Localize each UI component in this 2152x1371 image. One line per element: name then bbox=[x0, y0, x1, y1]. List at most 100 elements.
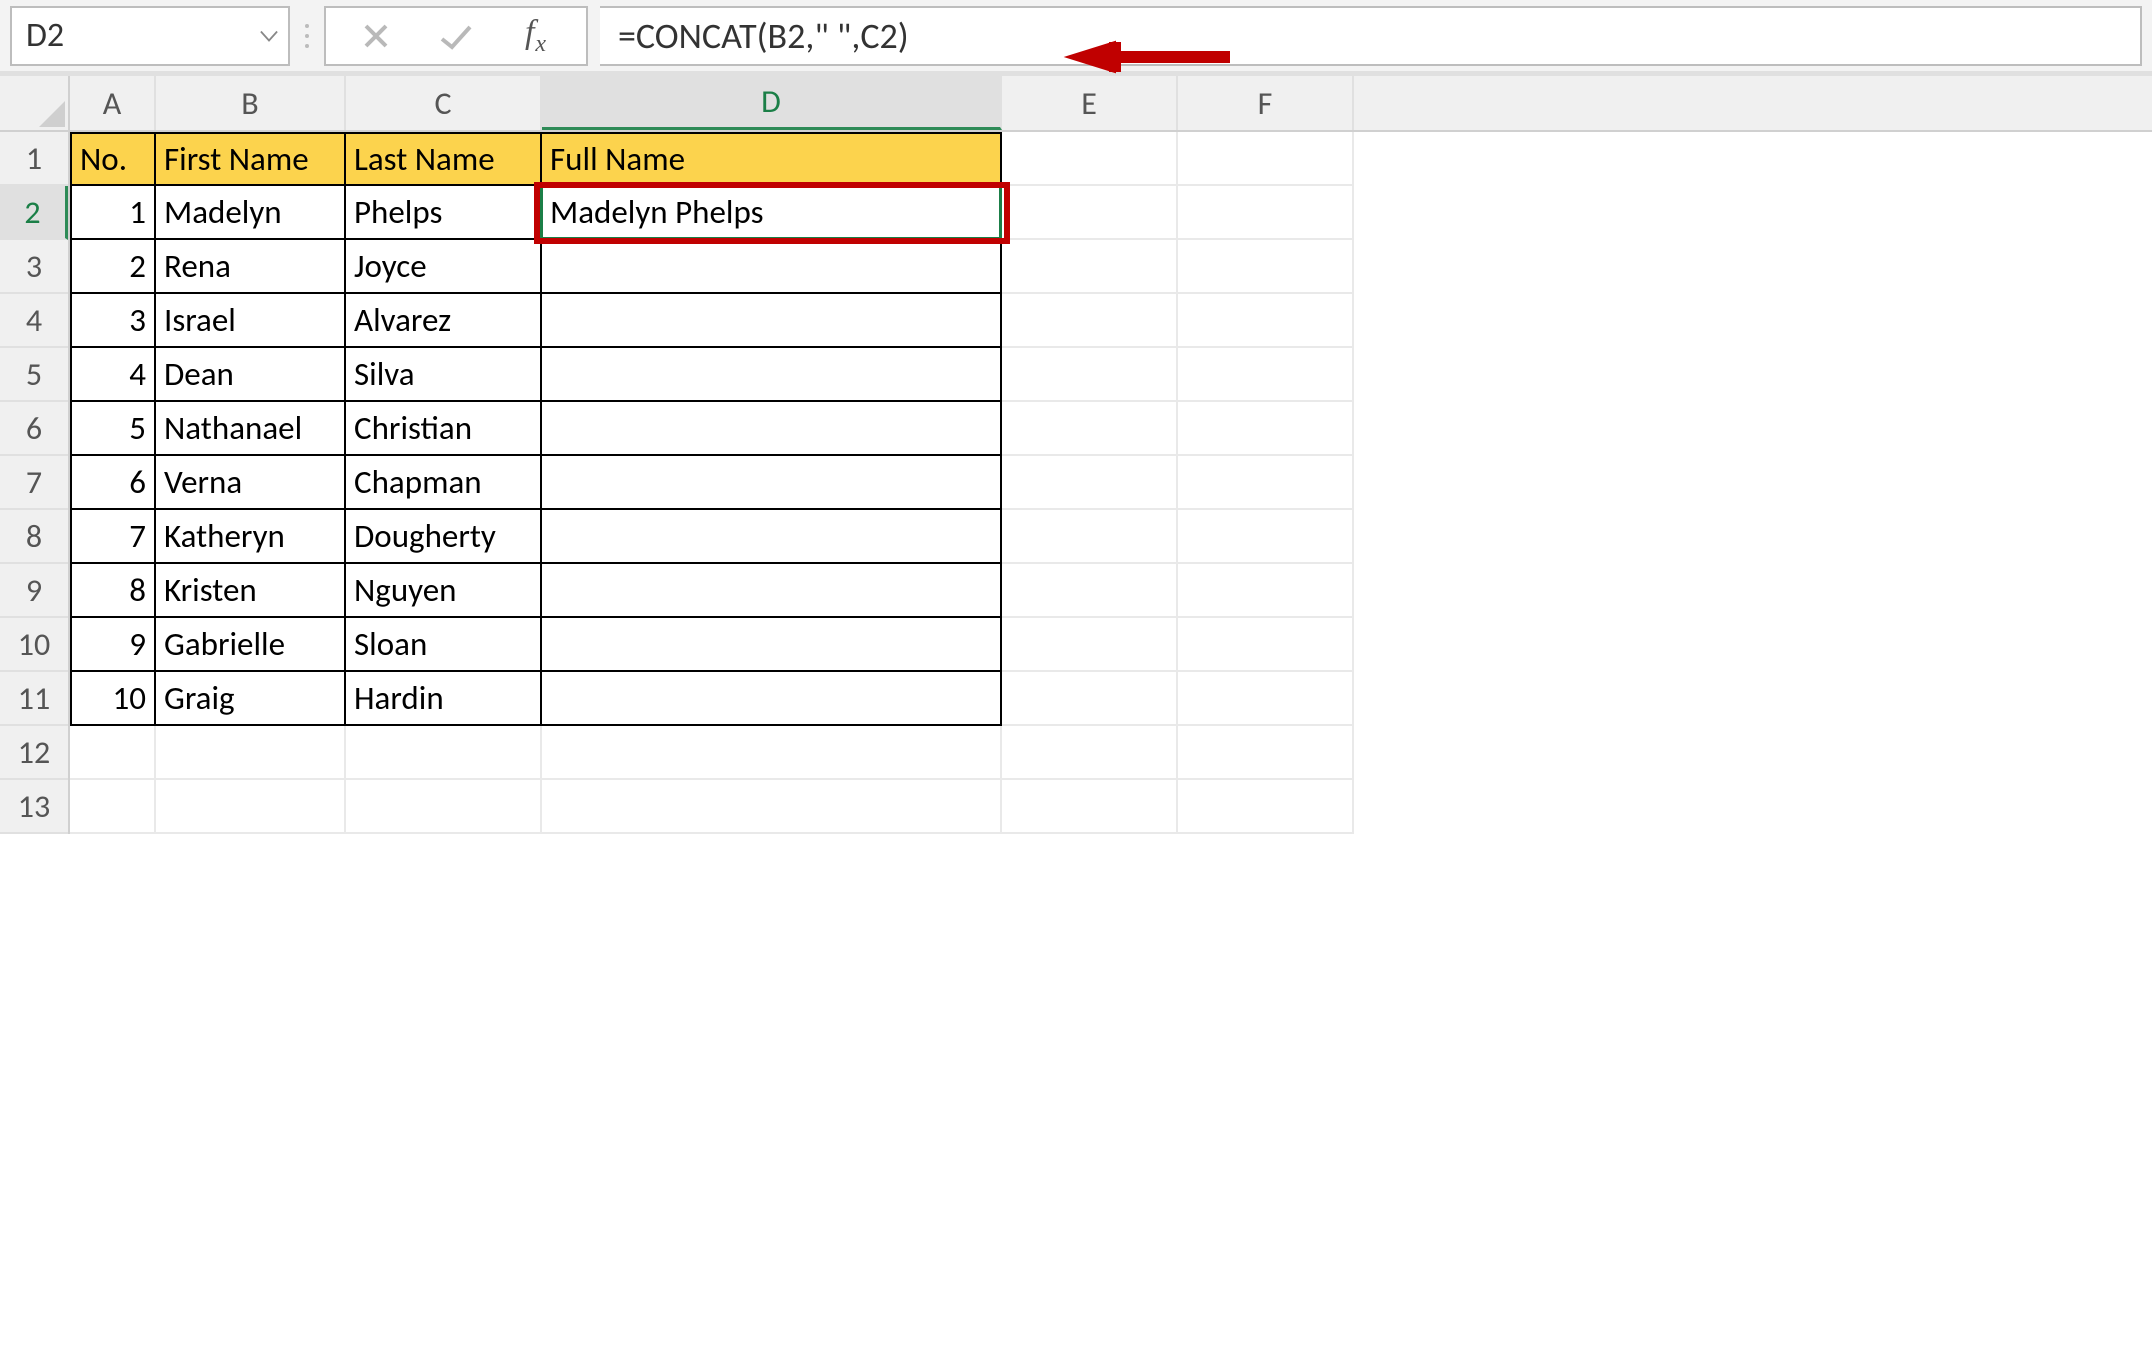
row-header-2[interactable]: 2 bbox=[0, 186, 68, 240]
column-header-B[interactable]: B bbox=[156, 76, 346, 130]
cell-C2[interactable]: Phelps bbox=[346, 186, 542, 240]
cell-A5[interactable]: 4 bbox=[70, 348, 156, 402]
cell-F9[interactable] bbox=[1178, 564, 1354, 618]
cell-F6[interactable] bbox=[1178, 402, 1354, 456]
cell-C12[interactable] bbox=[346, 726, 542, 780]
cell-B11[interactable]: Graig bbox=[156, 672, 346, 726]
cell-E3[interactable] bbox=[1002, 240, 1178, 294]
cell-C5[interactable]: Silva bbox=[346, 348, 542, 402]
cell-A13[interactable] bbox=[70, 780, 156, 834]
cell-B4[interactable]: Israel bbox=[156, 294, 346, 348]
row-header-12[interactable]: 12 bbox=[0, 726, 68, 780]
cell-D7[interactable] bbox=[542, 456, 1002, 510]
cell-F2[interactable] bbox=[1178, 186, 1354, 240]
cell-C9[interactable]: Nguyen bbox=[346, 564, 542, 618]
cell-B9[interactable]: Kristen bbox=[156, 564, 346, 618]
cell-A3[interactable]: 2 bbox=[70, 240, 156, 294]
cell-F7[interactable] bbox=[1178, 456, 1354, 510]
cell-F1[interactable] bbox=[1178, 132, 1354, 186]
enter-icon[interactable] bbox=[416, 21, 496, 51]
cell-B2[interactable]: Madelyn bbox=[156, 186, 346, 240]
cell-E1[interactable] bbox=[1002, 132, 1178, 186]
cell-E2[interactable] bbox=[1002, 186, 1178, 240]
cell-A1[interactable]: No. bbox=[70, 132, 156, 186]
cell-E8[interactable] bbox=[1002, 510, 1178, 564]
row-header-10[interactable]: 10 bbox=[0, 618, 68, 672]
cell-E4[interactable] bbox=[1002, 294, 1178, 348]
row-header-3[interactable]: 3 bbox=[0, 240, 68, 294]
cell-D12[interactable] bbox=[542, 726, 1002, 780]
cell-D9[interactable] bbox=[542, 564, 1002, 618]
column-header-A[interactable]: A bbox=[70, 76, 156, 130]
cell-D5[interactable] bbox=[542, 348, 1002, 402]
cell-F8[interactable] bbox=[1178, 510, 1354, 564]
cell-B8[interactable]: Katheryn bbox=[156, 510, 346, 564]
cell-B1[interactable]: First Name bbox=[156, 132, 346, 186]
cell-B13[interactable] bbox=[156, 780, 346, 834]
cell-B7[interactable]: Verna bbox=[156, 456, 346, 510]
name-box-dropdown-icon[interactable] bbox=[256, 23, 282, 49]
column-header-E[interactable]: E bbox=[1002, 76, 1178, 130]
cell-E11[interactable] bbox=[1002, 672, 1178, 726]
cell-D6[interactable] bbox=[542, 402, 1002, 456]
row-header-11[interactable]: 11 bbox=[0, 672, 68, 726]
row-header-8[interactable]: 8 bbox=[0, 510, 68, 564]
cell-E10[interactable] bbox=[1002, 618, 1178, 672]
cell-E13[interactable] bbox=[1002, 780, 1178, 834]
row-header-5[interactable]: 5 bbox=[0, 348, 68, 402]
cell-E12[interactable] bbox=[1002, 726, 1178, 780]
row-header-6[interactable]: 6 bbox=[0, 402, 68, 456]
column-header-C[interactable]: C bbox=[346, 76, 542, 130]
cell-B6[interactable]: Nathanael bbox=[156, 402, 346, 456]
cell-F11[interactable] bbox=[1178, 672, 1354, 726]
row-header-9[interactable]: 9 bbox=[0, 564, 68, 618]
cell-F10[interactable] bbox=[1178, 618, 1354, 672]
cell-D11[interactable] bbox=[542, 672, 1002, 726]
column-header-D[interactable]: D bbox=[542, 76, 1002, 130]
cell-D10[interactable] bbox=[542, 618, 1002, 672]
cell-A4[interactable]: 3 bbox=[70, 294, 156, 348]
cell-C8[interactable]: Dougherty bbox=[346, 510, 542, 564]
cell-C3[interactable]: Joyce bbox=[346, 240, 542, 294]
cell-C10[interactable]: Sloan bbox=[346, 618, 542, 672]
row-header-7[interactable]: 7 bbox=[0, 456, 68, 510]
cell-A12[interactable] bbox=[70, 726, 156, 780]
cell-D2[interactable]: Madelyn Phelps bbox=[542, 186, 1002, 240]
cancel-icon[interactable] bbox=[336, 21, 416, 51]
cell-grid[interactable]: No. First Name Last Name Full Name 1 Mad… bbox=[70, 132, 2152, 834]
cell-D1[interactable]: Full Name bbox=[542, 132, 1002, 186]
cell-D8[interactable] bbox=[542, 510, 1002, 564]
cell-A8[interactable]: 7 bbox=[70, 510, 156, 564]
cell-F12[interactable] bbox=[1178, 726, 1354, 780]
cell-A11[interactable]: 10 bbox=[70, 672, 156, 726]
cell-D3[interactable] bbox=[542, 240, 1002, 294]
row-header-4[interactable]: 4 bbox=[0, 294, 68, 348]
cell-A7[interactable]: 6 bbox=[70, 456, 156, 510]
cell-D13[interactable] bbox=[542, 780, 1002, 834]
cell-A9[interactable]: 8 bbox=[70, 564, 156, 618]
cell-A10[interactable]: 9 bbox=[70, 618, 156, 672]
cell-C13[interactable] bbox=[346, 780, 542, 834]
cell-D4[interactable] bbox=[542, 294, 1002, 348]
cell-F13[interactable] bbox=[1178, 780, 1354, 834]
cell-B3[interactable]: Rena bbox=[156, 240, 346, 294]
cell-E6[interactable] bbox=[1002, 402, 1178, 456]
cell-A6[interactable]: 5 bbox=[70, 402, 156, 456]
fx-button[interactable]: fx bbox=[496, 14, 576, 58]
select-all-corner[interactable] bbox=[0, 76, 70, 132]
cell-C1[interactable]: Last Name bbox=[346, 132, 542, 186]
row-header-1[interactable]: 1 bbox=[0, 132, 68, 186]
cell-B5[interactable]: Dean bbox=[156, 348, 346, 402]
name-box[interactable]: D2 bbox=[10, 6, 290, 66]
cell-E5[interactable] bbox=[1002, 348, 1178, 402]
cell-C7[interactable]: Chapman bbox=[346, 456, 542, 510]
formula-input[interactable]: =CONCAT(B2," ",C2) bbox=[600, 6, 2142, 66]
cell-B12[interactable] bbox=[156, 726, 346, 780]
cell-C11[interactable]: Hardin bbox=[346, 672, 542, 726]
cell-C4[interactable]: Alvarez bbox=[346, 294, 542, 348]
row-header-13[interactable]: 13 bbox=[0, 780, 68, 834]
cell-F5[interactable] bbox=[1178, 348, 1354, 402]
cell-A2[interactable]: 1 bbox=[70, 186, 156, 240]
cell-C6[interactable]: Christian bbox=[346, 402, 542, 456]
cell-B10[interactable]: Gabrielle bbox=[156, 618, 346, 672]
